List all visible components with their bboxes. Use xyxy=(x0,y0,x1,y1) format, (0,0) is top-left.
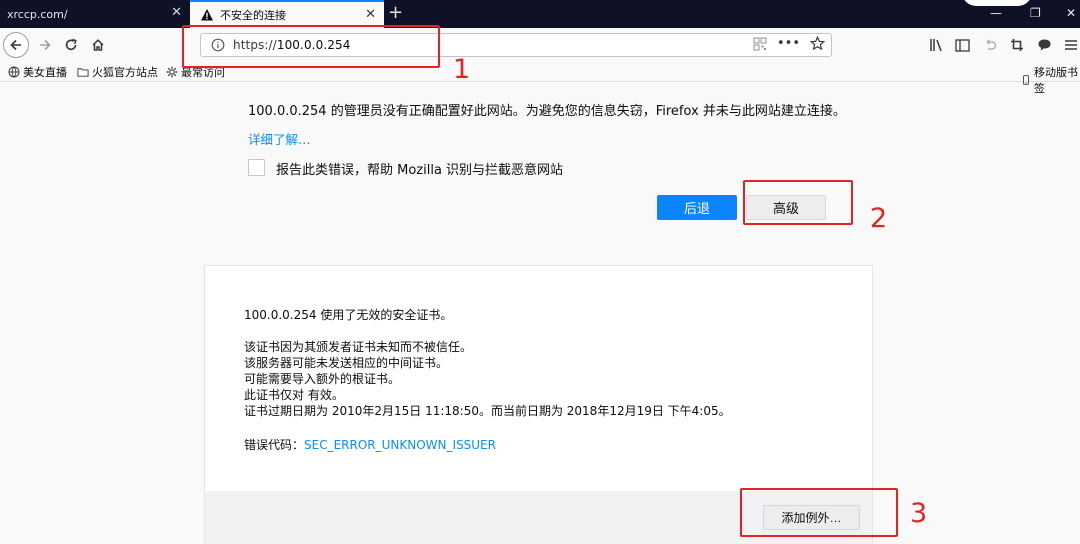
bookmark-label: 火狐官方站点 xyxy=(92,66,158,79)
undo-icon[interactable] xyxy=(981,36,999,54)
url-actions: ••• xyxy=(753,36,825,51)
annotation-number: 3 xyxy=(910,498,928,529)
back-arrow-icon xyxy=(10,39,21,51)
cert-detail-line: 该服务器可能未发送相应的中间证书。 xyxy=(244,356,449,370)
forward-button[interactable] xyxy=(32,32,58,58)
home-button[interactable] xyxy=(85,32,111,58)
nav-bar: https://100.0.0.254 ••• xyxy=(0,28,1080,62)
menu-icon[interactable] xyxy=(1062,36,1080,54)
sidebar-icon[interactable] xyxy=(953,36,971,54)
cert-invalid-text: 100.0.0.254 使用了无效的安全证书。 xyxy=(244,308,453,322)
page-actions-icon[interactable]: ••• xyxy=(777,36,800,51)
close-window-icon[interactable]: ✕ xyxy=(1066,6,1076,20)
tab-title: xrccp.com/ xyxy=(7,7,68,21)
error-code-link[interactable]: SEC_ERROR_UNKNOWN_ISSUER xyxy=(304,438,496,452)
cert-detail-line: 此证书仅对 有效。 xyxy=(244,388,344,402)
tab-insecure-connection[interactable]: 不安全的连接 ✕ xyxy=(190,0,384,28)
annotation-box-advanced xyxy=(743,180,853,225)
go-back-button[interactable]: 后退 xyxy=(657,195,737,220)
report-checkbox[interactable] xyxy=(248,159,265,176)
reload-button[interactable] xyxy=(58,32,84,58)
minimize-icon[interactable]: — xyxy=(990,6,1002,20)
back-button[interactable] xyxy=(3,32,29,58)
annotation-number: 1 xyxy=(453,54,471,85)
globe-icon xyxy=(8,66,20,78)
tab-title: 不安全的连接 xyxy=(220,9,286,22)
tab-strip: xrccp.com/ ✕ 不安全的连接 ✕ + — ❐ ✕ xyxy=(0,0,1080,28)
cert-detail-line: 可能需要导入额外的根证书。 xyxy=(244,372,401,386)
bookmark-label: 移动版书签 xyxy=(1034,66,1079,95)
mobile-bookmarks[interactable]: 移动版书签 xyxy=(1021,64,1080,96)
home-icon xyxy=(92,39,104,51)
folder-icon xyxy=(77,68,89,77)
warning-icon xyxy=(201,9,213,21)
screenshot-crop-icon[interactable] xyxy=(1008,36,1026,54)
chat-icon[interactable] xyxy=(1035,36,1053,54)
reload-icon xyxy=(65,38,77,51)
mobile-icon xyxy=(1023,75,1029,85)
error-code-row: 错误代码：SEC_ERROR_UNKNOWN_ISSUER xyxy=(244,436,496,453)
annotation-box-add-exception xyxy=(740,488,898,537)
forward-arrow-icon xyxy=(40,39,51,51)
bookmark-label: 美女直播 xyxy=(23,66,67,79)
tab-xrccp[interactable]: xrccp.com/ ✕ xyxy=(0,0,190,28)
annotation-number: 2 xyxy=(870,203,888,234)
learn-more-link[interactable]: 详细了解… xyxy=(248,129,311,148)
new-tab-icon[interactable]: + xyxy=(388,3,403,23)
restore-icon[interactable]: ❐ xyxy=(1030,6,1041,20)
library-icon[interactable] xyxy=(928,36,946,54)
bookmark-star-icon[interactable] xyxy=(810,36,825,51)
gear-icon xyxy=(166,66,178,78)
qr-code-icon[interactable] xyxy=(753,37,767,51)
tab-close-icon[interactable]: ✕ xyxy=(365,8,376,22)
bookmarks-bar: 美女直播 火狐官方站点 最常访问 移动版书签 xyxy=(0,62,1080,95)
cert-expiry-line: 证书过期日期为 2010年2月15日 11:18:50。而当前日期为 2018年… xyxy=(244,404,731,418)
annotation-box-url xyxy=(182,25,440,68)
error-code-label: 错误代码： xyxy=(244,438,305,452)
error-message: 100.0.0.254 的管理员没有正确配置好此网站。为避免您的信息失窃，Fir… xyxy=(248,104,846,119)
bookmark-item[interactable]: 美女直播 xyxy=(8,64,67,80)
cert-detail-line: 该证书因为其颁发者证书未知而不被信任。 xyxy=(244,340,473,354)
report-label: 报告此类错误，帮助 Mozilla 识别与拦截恶意网站 xyxy=(276,163,564,178)
bookmark-folder[interactable]: 火狐官方站点 xyxy=(77,64,158,80)
tab-close-icon[interactable]: ✕ xyxy=(171,6,182,20)
